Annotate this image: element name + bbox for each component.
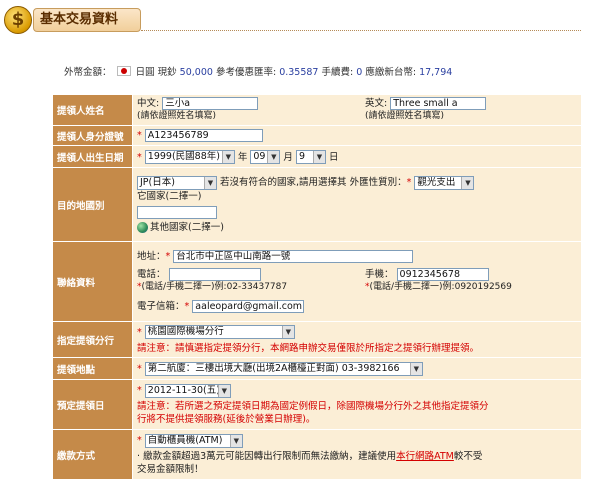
- address-label: 地址：: [137, 251, 166, 262]
- row-location: 提領地點 * 第二航廈：三樓出境大廳(出境2A櫃檯正對面) 03-3982166…: [52, 357, 582, 380]
- branch-note: 請慎選指定提領分行，本網路申辦交易僅限於所指定之提領行辦理提領。: [175, 342, 480, 354]
- date-note-label: 請注意：: [137, 401, 176, 412]
- day-unit: 日: [328, 151, 339, 163]
- date-note-b: 行將不提供提領服務(延後於營業日辦理)。: [137, 414, 316, 425]
- year-unit: 年: [237, 151, 248, 163]
- cn-name-input[interactable]: 三小a: [162, 97, 259, 110]
- bullet-icon: ‧: [137, 451, 141, 462]
- page-title: 基本交易資料: [33, 8, 141, 32]
- email-label: 電子信箱：: [137, 301, 185, 312]
- phone-note: (電話/手機二擇一)例:02-33437787: [141, 282, 288, 292]
- cn-name-note: (請依證照姓名填寫): [137, 111, 217, 121]
- required-mark: *: [137, 326, 142, 338]
- label-destination: 目的地國別: [52, 167, 133, 242]
- globe-icon: [137, 222, 148, 233]
- payment-note-b: 較不受: [453, 451, 483, 462]
- chevron-down-icon: ▼: [221, 151, 234, 164]
- chevron-down-icon: ▼: [217, 384, 230, 397]
- date-select[interactable]: 2012-11-30(五) ▼: [144, 383, 231, 398]
- required-mark: *: [137, 385, 142, 396]
- mobile-input[interactable]: 0912345678: [396, 268, 489, 281]
- mobile-label: 手機：: [365, 269, 394, 280]
- address-input[interactable]: 台北市中正區中山南路一號: [173, 250, 414, 263]
- chevron-down-icon: ▼: [229, 434, 242, 447]
- required-mark: *: [137, 363, 142, 374]
- row-name: 提領人姓名 中文: 三小a (請依證照姓名填寫) 英文: Three small…: [52, 94, 582, 126]
- en-name-input[interactable]: Three small a: [390, 97, 487, 110]
- row-id: 提領人身分證號 * A123456789: [52, 125, 582, 146]
- chevron-down-icon: ▼: [281, 326, 294, 338]
- row-payment: 繳款方式 * 自動櫃員機(ATM) ▼ ‧ 繳款金額超過3萬元可能因轉出行限制而無…: [52, 429, 582, 480]
- phone-input[interactable]: [168, 268, 261, 281]
- transaction-form: 提領人姓名 中文: 三小a (請依證照姓名填寫) 英文: Three small…: [52, 94, 582, 480]
- required-mark: *: [137, 130, 142, 141]
- row-destination: 目的地國別 JP(日本) ▼ 若沒有符合的國家,請用選擇其 外匯性質別：* 觀光支…: [52, 167, 582, 242]
- dob-month-select[interactable]: 09 ▼: [250, 150, 281, 165]
- chevron-down-icon: ▼: [267, 151, 280, 164]
- required-mark: *: [184, 301, 190, 312]
- row-date: 預定提領日 * 2012-11-30(五) ▼ 請注意：若所選之預定提領日期為國定…: [52, 379, 582, 430]
- fx-fee: 0: [356, 67, 363, 78]
- country-hint: 若沒有符合的國家,請用選擇其: [220, 177, 347, 188]
- location-select[interactable]: 第二航廈：三樓出境大廳(出境2A櫃檯正對面) 03-3982166 ▼: [144, 361, 423, 376]
- chevron-down-icon: ▼: [461, 176, 474, 189]
- country-hint-cont: 它國家(二擇一): [137, 191, 202, 202]
- fx-twd: 17,794: [419, 67, 453, 78]
- en-name-note: (請依證照姓名填寫): [365, 111, 445, 121]
- fx-summary: 外幣金額： 日圓 現鈔 50,000 參考優惠匯率: 0.35587 手續費: …: [64, 64, 584, 78]
- fx-currency: 日圓: [135, 67, 155, 78]
- label-date: 預定提領日: [52, 379, 133, 430]
- chevron-down-icon: ▼: [204, 176, 216, 189]
- label-name: 提領人姓名: [52, 94, 133, 126]
- page-header: $ 基本交易資料: [0, 0, 600, 40]
- fx-rate-label: 參考優惠匯率:: [215, 67, 277, 78]
- label-dob: 提領人出生日期: [52, 145, 133, 168]
- purpose-label: 外匯性質別：: [349, 177, 407, 188]
- label-location: 提領地點: [52, 357, 133, 380]
- required-mark: *: [137, 151, 142, 163]
- label-contact: 聯絡資料: [52, 241, 133, 322]
- fx-rate: 0.35587: [279, 67, 319, 78]
- month-unit: 月: [283, 151, 293, 163]
- label-payment: 繳款方式: [52, 429, 133, 480]
- date-note-a: 若所選之預定提領日期為國定例假日，除國際機場分行外之其他指定提領分: [175, 401, 489, 412]
- payment-note-c: 交易金額限制！: [137, 464, 204, 475]
- label-branch: 指定提領分行: [52, 321, 133, 358]
- required-mark: *: [137, 435, 142, 446]
- row-dob: 提領人出生日期 * 1999(民國88年) ▼ 年 09 ▼ 月 9 ▼ 日: [52, 145, 582, 168]
- chevron-down-icon: ▼: [312, 151, 325, 164]
- japan-flag-icon: [116, 66, 131, 76]
- email-input[interactable]: aaleopard@gmail.com: [192, 300, 305, 313]
- required-mark: *: [165, 251, 171, 262]
- label-id: 提領人身分證號: [52, 125, 133, 146]
- online-atm-link[interactable]: 本行網路ATM: [396, 451, 454, 462]
- required-mark: *: [406, 177, 412, 188]
- other-country-label: 其他國家(二擇一): [150, 222, 224, 233]
- title-divider: [141, 30, 581, 31]
- payment-note-a: 繳款金額超過3萬元可能因轉出行限制而無法繳納，建議使用: [143, 451, 397, 462]
- row-branch: 指定提領分行 * 桃園國際機場分行 ▼ 請注意：請慎選指定提領分行，本網路申辦交易…: [52, 321, 582, 358]
- purpose-select[interactable]: 觀光支出 ▼: [414, 175, 475, 190]
- dollar-coin-icon: $: [4, 6, 32, 34]
- payment-select[interactable]: 自動櫃員機(ATM) ▼: [144, 433, 243, 448]
- chevron-down-icon: ▼: [409, 362, 422, 375]
- en-name-label: 英文:: [365, 98, 388, 109]
- fx-cash: 現鈔: [157, 67, 177, 78]
- branch-note-label: 請注意：: [137, 342, 176, 354]
- branch-select[interactable]: 桃園國際機場分行 ▼: [144, 325, 295, 339]
- phone-label: 電話：: [137, 269, 166, 280]
- other-country-input[interactable]: [137, 206, 217, 219]
- fx-amount-label: 外幣金額：: [64, 67, 112, 78]
- id-input[interactable]: A123456789: [144, 129, 263, 142]
- country-select[interactable]: JP(日本) ▼: [137, 175, 217, 190]
- dob-year-select[interactable]: 1999(民國88年) ▼: [144, 150, 235, 165]
- mobile-note: (電話/手機二擇一)例:0920192569: [369, 282, 512, 292]
- fx-fee-label: 手續費:: [321, 67, 354, 78]
- cn-name-label: 中文:: [137, 98, 160, 109]
- row-contact: 聯絡資料 地址：* 台北市中正區中山南路一號 電話： *(電話/手機二擇一)例:…: [52, 241, 582, 322]
- dob-day-select[interactable]: 9 ▼: [295, 150, 326, 165]
- fx-twd-label: 應繳新台幣:: [365, 67, 417, 78]
- fx-amount: 50,000: [179, 67, 213, 78]
